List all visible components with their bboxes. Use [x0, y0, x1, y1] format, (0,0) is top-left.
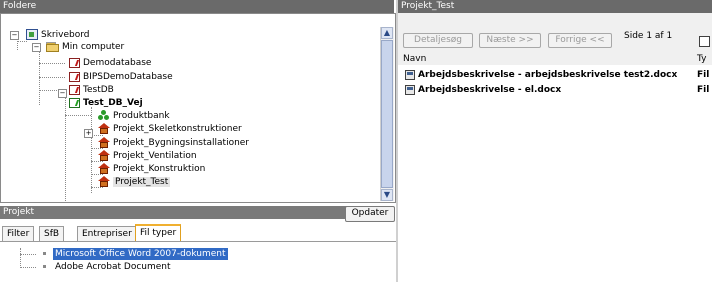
tree-connector: [65, 95, 66, 201]
scroll-down-button[interactable]: ▼: [381, 189, 393, 201]
file-row[interactable]: Arbejdsbeskrivelse - arbejdsbeskrivelse …: [405, 69, 677, 81]
house-icon: [98, 137, 110, 148]
desktop-icon: [26, 29, 38, 40]
column-header-name[interactable]: Navn: [403, 54, 426, 64]
tab-fil-typer[interactable]: Fil typer: [135, 224, 182, 241]
tab-entrepriser[interactable]: Entrepriser: [77, 226, 137, 241]
tree-item-skrivebord[interactable]: Skrivebord: [26, 29, 89, 41]
page-info: Side 1 af 1: [624, 31, 673, 41]
tree-connector: [39, 47, 40, 105]
list-connector: [20, 254, 36, 255]
database-green-icon: [69, 97, 80, 108]
file-row[interactable]: Arbejdsbeskrivelse - el.docx: [405, 84, 561, 96]
tree-item-produktbank[interactable]: Produktbank: [98, 110, 170, 122]
house-icon: [98, 123, 110, 134]
folder-icon: [46, 41, 59, 52]
bullet-icon: [43, 265, 46, 268]
house-icon: [98, 176, 110, 187]
list-connector: [20, 248, 21, 268]
people-icon: [98, 110, 110, 121]
tree-item-demodatabase[interactable]: Demodatabase: [69, 57, 151, 69]
bullet-icon: [43, 252, 46, 255]
tree-connector: [65, 115, 91, 116]
tree-item-projekt-ventilation[interactable]: Projekt_Ventilation: [98, 150, 197, 162]
tree-item-projekt-test[interactable]: Projekt_Test: [98, 176, 171, 188]
database-icon: [69, 57, 80, 68]
house-icon: [98, 163, 110, 174]
update-button[interactable]: Opdater: [345, 206, 395, 222]
tree-item-projekt-skeletkonstruktioner[interactable]: Projekt_Skeletkonstruktioner: [98, 123, 242, 135]
file-type-cell: Fil: [697, 70, 710, 80]
column-header-type[interactable]: Ty: [697, 54, 706, 64]
project-titlebar: Projekt: [0, 206, 348, 219]
tree-item-min-computer[interactable]: Min computer: [46, 41, 124, 53]
file-icon: [405, 84, 415, 95]
tree-item-projekt-bygningsinstallationer[interactable]: Projekt_Bygningsinstallationer: [98, 137, 249, 149]
tree-item-bipsdemodatabase[interactable]: BIPSDemoDatabase: [69, 71, 173, 83]
tree-item-testdb[interactable]: TestDB: [69, 84, 114, 96]
tree-connector: [91, 107, 92, 193]
tree-item-projekt-konstruktion[interactable]: Projekt_Konstruktion: [98, 163, 205, 175]
tree-scrollbar[interactable]: ▲ ▼: [380, 27, 394, 201]
house-icon: [98, 150, 110, 161]
folder-tree[interactable]: − − − + Skrivebord Min computer Demodata…: [1, 15, 381, 201]
tree-connector: [39, 63, 65, 64]
list-connector: [20, 267, 36, 268]
file-type-cell: Fil: [697, 85, 710, 95]
tree-connector: [17, 41, 27, 42]
expand-toggle[interactable]: +: [84, 129, 93, 138]
select-checkbox[interactable]: [699, 36, 710, 47]
collapse-toggle[interactable]: −: [58, 89, 67, 98]
tab-filter[interactable]: Filter: [2, 226, 35, 241]
detail-search-button[interactable]: Detaljesøg: [403, 33, 473, 48]
collapse-toggle[interactable]: −: [10, 31, 19, 40]
file-type-item-selected[interactable]: Microsoft Office Word 2007-dokument: [53, 248, 228, 260]
previous-button[interactable]: Forrige <<: [548, 33, 612, 48]
tree-connector: [39, 77, 65, 78]
project-test-titlebar: Projekt_Test: [398, 0, 712, 13]
tab-sfb[interactable]: SfB: [39, 226, 65, 241]
folders-titlebar: Foldere: [0, 0, 394, 13]
database-icon: [69, 71, 80, 82]
tree-item-test-db-vej[interactable]: Test_DB_Vej: [69, 97, 143, 109]
database-icon: [69, 84, 80, 95]
file-type-item[interactable]: Adobe Acrobat Document: [55, 261, 171, 273]
tab-underline: [0, 241, 396, 242]
next-button[interactable]: Næste >>: [479, 33, 541, 48]
file-icon: [405, 69, 415, 80]
scroll-up-button[interactable]: ▲: [381, 27, 393, 39]
collapse-toggle[interactable]: −: [32, 43, 41, 52]
scroll-thumb[interactable]: [381, 40, 393, 188]
